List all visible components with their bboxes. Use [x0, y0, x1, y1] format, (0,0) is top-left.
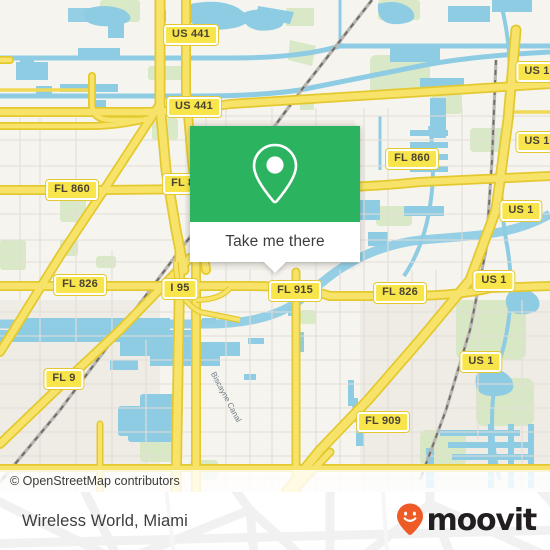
- road-shield[interactable]: I 95: [161, 278, 199, 300]
- road-shield[interactable]: US 441: [163, 24, 219, 46]
- road-shield[interactable]: US 1: [472, 270, 516, 292]
- moovit-wordmark: moovit: [426, 503, 538, 538]
- moovit-map-screenshot: US 441 US 441 US 1 US 1 FL 860 FL 860 FL…: [0, 0, 550, 550]
- map-canvas[interactable]: US 441 US 441 US 1 US 1 FL 860 FL 860 FL…: [0, 0, 550, 492]
- road-shield[interactable]: FL 826: [53, 274, 107, 296]
- road-shield[interactable]: US 1: [515, 131, 550, 153]
- map-pin-icon: [247, 139, 303, 209]
- callout-icon-panel: [190, 126, 360, 222]
- road-shield[interactable]: US 1: [459, 351, 503, 373]
- place-name-label: Wireless World, Miami: [22, 511, 188, 530]
- road-shield[interactable]: FL 860: [385, 148, 439, 170]
- road-shield[interactable]: US 1: [515, 61, 550, 83]
- road-shield[interactable]: US 441: [166, 96, 222, 118]
- moovit-smiley-pin-icon: [395, 502, 425, 541]
- footer-bar: Wireless World, Miami moovit: [0, 492, 550, 550]
- callout-action-panel[interactable]: Take me there: [190, 222, 360, 273]
- moovit-brand[interactable]: moovit: [395, 502, 538, 541]
- map-attribution[interactable]: © OpenStreetMap contributors: [0, 470, 550, 492]
- road-shield[interactable]: FL 915: [268, 280, 322, 302]
- road-shield[interactable]: FL 860: [45, 179, 99, 201]
- road-shield[interactable]: FL 826: [373, 282, 427, 304]
- callout-pointer-arrow: [264, 262, 286, 273]
- take-me-there-callout[interactable]: Take me there: [190, 126, 360, 273]
- road-shield[interactable]: FL 909: [356, 411, 410, 433]
- callout-action-label: Take me there: [225, 233, 325, 250]
- road-shield[interactable]: US 1: [499, 200, 543, 222]
- road-shield[interactable]: FL 9: [43, 368, 85, 390]
